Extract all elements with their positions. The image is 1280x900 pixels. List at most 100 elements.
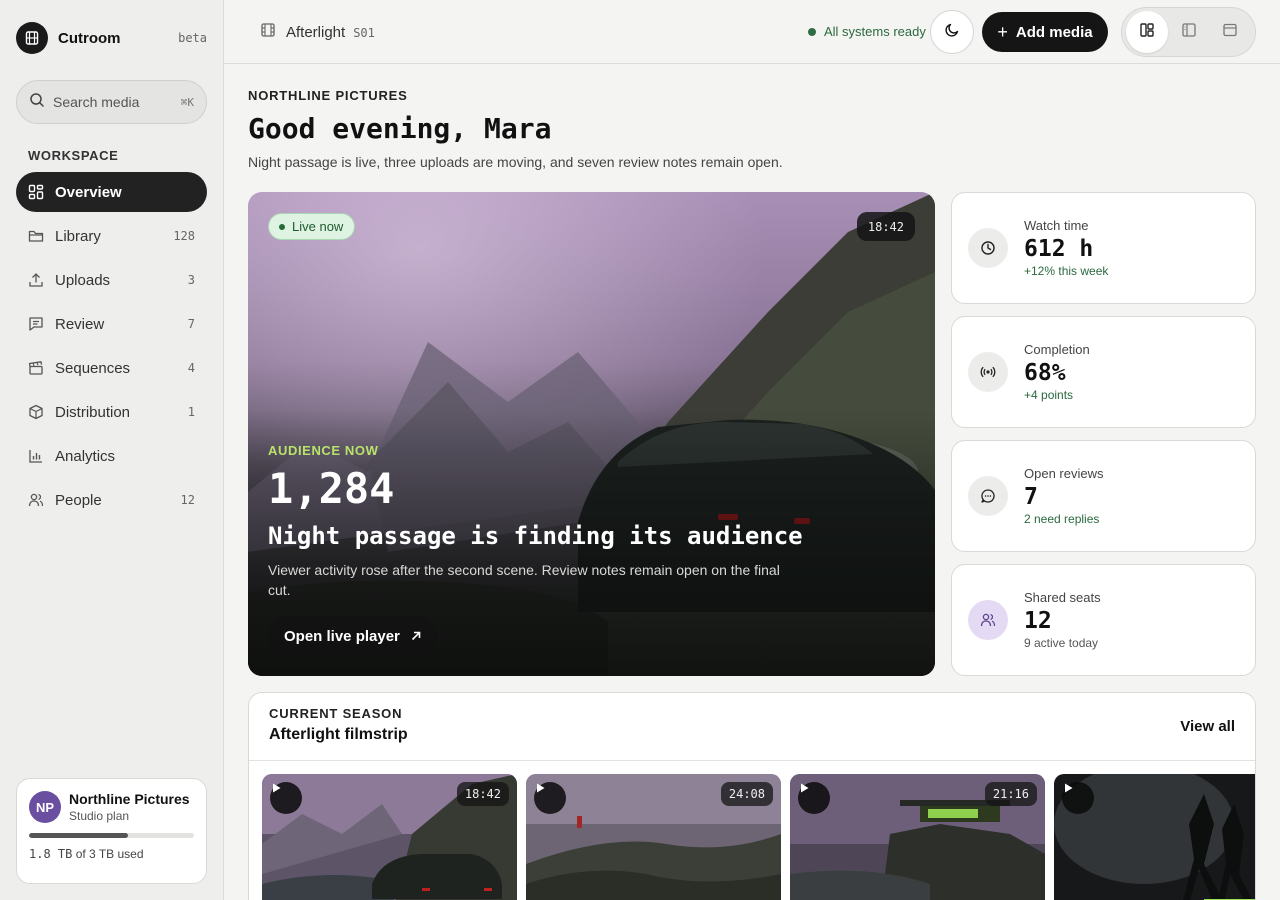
live-dot xyxy=(279,223,285,230)
layout-sidebar-icon xyxy=(1181,22,1197,43)
sidebar-item-count: 12 xyxy=(180,493,195,507)
play-button[interactable] xyxy=(1062,782,1094,814)
topbar: Afterlight S01 All systems ready + Add m… xyxy=(224,0,1280,64)
clapperboard-icon xyxy=(28,360,44,376)
sidebar-item-label: Uploads xyxy=(55,271,111,289)
play-button[interactable] xyxy=(798,782,830,814)
add-media-button[interactable]: + Add media xyxy=(982,12,1108,52)
plan-org-name: Northline Pictures xyxy=(69,791,190,807)
hero-duration-badge: 18:42 xyxy=(856,212,915,241)
play-icon xyxy=(273,783,281,793)
arrow-up-right-icon xyxy=(410,630,422,642)
stat-card-shared-seats[interactable]: Shared seats 12 9 active today xyxy=(951,564,1256,676)
episode-duration: 18:42 xyxy=(456,782,509,806)
season-filmstrip-panel: CURRENT SEASON Afterlight filmstrip View… xyxy=(248,692,1256,900)
episode-thumbnail-2[interactable]: 24:08 xyxy=(526,774,781,900)
add-media-label: Add media xyxy=(1015,23,1093,41)
plus-icon: + xyxy=(997,21,1008,42)
org-eyebrow: NORTHLINE PICTURES xyxy=(248,88,408,103)
stat-delta: +12% this week xyxy=(1024,264,1109,278)
play-button[interactable] xyxy=(270,782,302,814)
project-breadcrumb[interactable]: Afterlight S01 xyxy=(260,22,375,43)
stat-label: Completion xyxy=(1024,342,1090,357)
open-live-player-label: Open live player xyxy=(284,627,400,645)
film-icon xyxy=(16,22,48,54)
sidebar-item-label: Analytics xyxy=(55,447,116,465)
sidebar-item-analytics[interactable]: Analytics xyxy=(16,436,207,476)
view-mode-switcher xyxy=(1121,7,1256,57)
search-input[interactable]: Search media ⌘K xyxy=(16,80,207,124)
brand-name: Cutroom xyxy=(58,29,121,47)
episode-duration: 21:16 xyxy=(984,782,1037,806)
stat-card-watch-time[interactable]: Watch time 612 h +12% this week xyxy=(951,192,1256,304)
stat-value: 612 h xyxy=(1024,236,1094,262)
hero-title: Night passage is finding its audience xyxy=(268,522,803,550)
stat-label: Shared seats xyxy=(1024,590,1101,605)
layout-split-button[interactable] xyxy=(1126,11,1168,53)
stat-value: 7 xyxy=(1024,484,1038,510)
status-text: All systems ready xyxy=(824,24,926,39)
stat-delta: 9 active today xyxy=(1024,636,1099,650)
season-title: Afterlight filmstrip xyxy=(269,726,408,743)
search-placeholder: Search media xyxy=(53,94,140,110)
theme-toggle-button[interactable] xyxy=(930,10,974,54)
users-icon xyxy=(28,492,44,508)
brand[interactable]: Cutroom beta xyxy=(16,22,207,54)
search-icon xyxy=(29,92,45,113)
broadcast-icon xyxy=(968,352,1008,392)
status-dot xyxy=(808,27,816,36)
hero-live-card[interactable]: Live now 18:42 AUDIENCE NOW 1,284 Night … xyxy=(248,192,935,676)
layout-split-icon xyxy=(1139,22,1155,43)
storage-used-value: 1.8 TB xyxy=(29,847,73,861)
hero-scene-image xyxy=(248,192,935,676)
workspace-section-label: WORKSPACE xyxy=(28,148,119,163)
avatar: NP xyxy=(29,791,61,823)
sidebar-item-distribution[interactable]: Distribution 1 xyxy=(16,392,207,432)
play-icon xyxy=(1065,783,1073,793)
sidebar-item-count: 128 xyxy=(173,229,195,243)
sidebar-item-label: Sequences xyxy=(55,359,131,377)
sidebar-item-count: 1 xyxy=(187,405,195,419)
comment-icon xyxy=(28,316,44,332)
stat-card-completion[interactable]: Completion 68% +4 points xyxy=(951,316,1256,428)
clock-icon xyxy=(968,228,1008,268)
sidebar-nav: Overview Library 128 Uploads 3 Review 7 … xyxy=(16,172,207,524)
sidebar-item-uploads[interactable]: Uploads 3 xyxy=(16,260,207,300)
play-button[interactable] xyxy=(534,782,566,814)
episode-thumbnail-3[interactable]: 21:16 xyxy=(790,774,1045,900)
sidebar: Cutroom beta Search media ⌘K WORKSPACE O… xyxy=(0,0,224,900)
moon-icon xyxy=(944,22,960,43)
stat-card-open-reviews[interactable]: Open reviews 7 2 need replies xyxy=(951,440,1256,552)
page-subtitle: Night passage is live, three uploads are… xyxy=(248,154,783,170)
grid-icon xyxy=(28,184,44,200)
storage-progress-fill xyxy=(29,833,128,838)
divider xyxy=(249,760,1255,761)
storage-progress-bar xyxy=(29,833,194,838)
open-live-player-button[interactable]: Open live player xyxy=(268,616,438,656)
stat-delta: +4 points xyxy=(1024,388,1074,402)
beta-badge: beta xyxy=(178,31,207,45)
page-title: Good evening, Mara xyxy=(248,112,552,145)
sidebar-item-sequences[interactable]: Sequences 4 xyxy=(16,348,207,388)
layout-window-button[interactable] xyxy=(1209,11,1251,53)
sidebar-item-label: Library xyxy=(55,227,101,245)
message-icon xyxy=(968,476,1008,516)
live-label: Live now xyxy=(292,219,344,234)
project-name: Afterlight xyxy=(286,24,346,41)
episode-thumbnail-1[interactable]: 18:42 xyxy=(262,774,517,900)
sidebar-item-label: Review xyxy=(55,315,105,333)
sidebar-item-people[interactable]: People 12 xyxy=(16,480,207,520)
sidebar-item-library[interactable]: Library 128 xyxy=(16,216,207,256)
layout-window-icon xyxy=(1222,22,1238,43)
layout-sidebar-button[interactable] xyxy=(1168,11,1210,53)
sidebar-item-review[interactable]: Review 7 xyxy=(16,304,207,344)
storage-usage-text: 1.8 TB of 3 TB used xyxy=(29,847,194,861)
view-all-link[interactable]: View all xyxy=(1180,718,1235,735)
sidebar-item-overview[interactable]: Overview xyxy=(16,172,207,212)
upload-icon xyxy=(28,272,44,288)
system-status: All systems ready xyxy=(808,24,926,39)
episode-thumbnail-4[interactable] xyxy=(1054,774,1255,900)
sidebar-item-label: Distribution xyxy=(55,403,131,421)
plan-card[interactable]: NP Northline Pictures Studio plan 1.8 TB… xyxy=(16,778,207,884)
project-code: S01 xyxy=(353,25,375,40)
